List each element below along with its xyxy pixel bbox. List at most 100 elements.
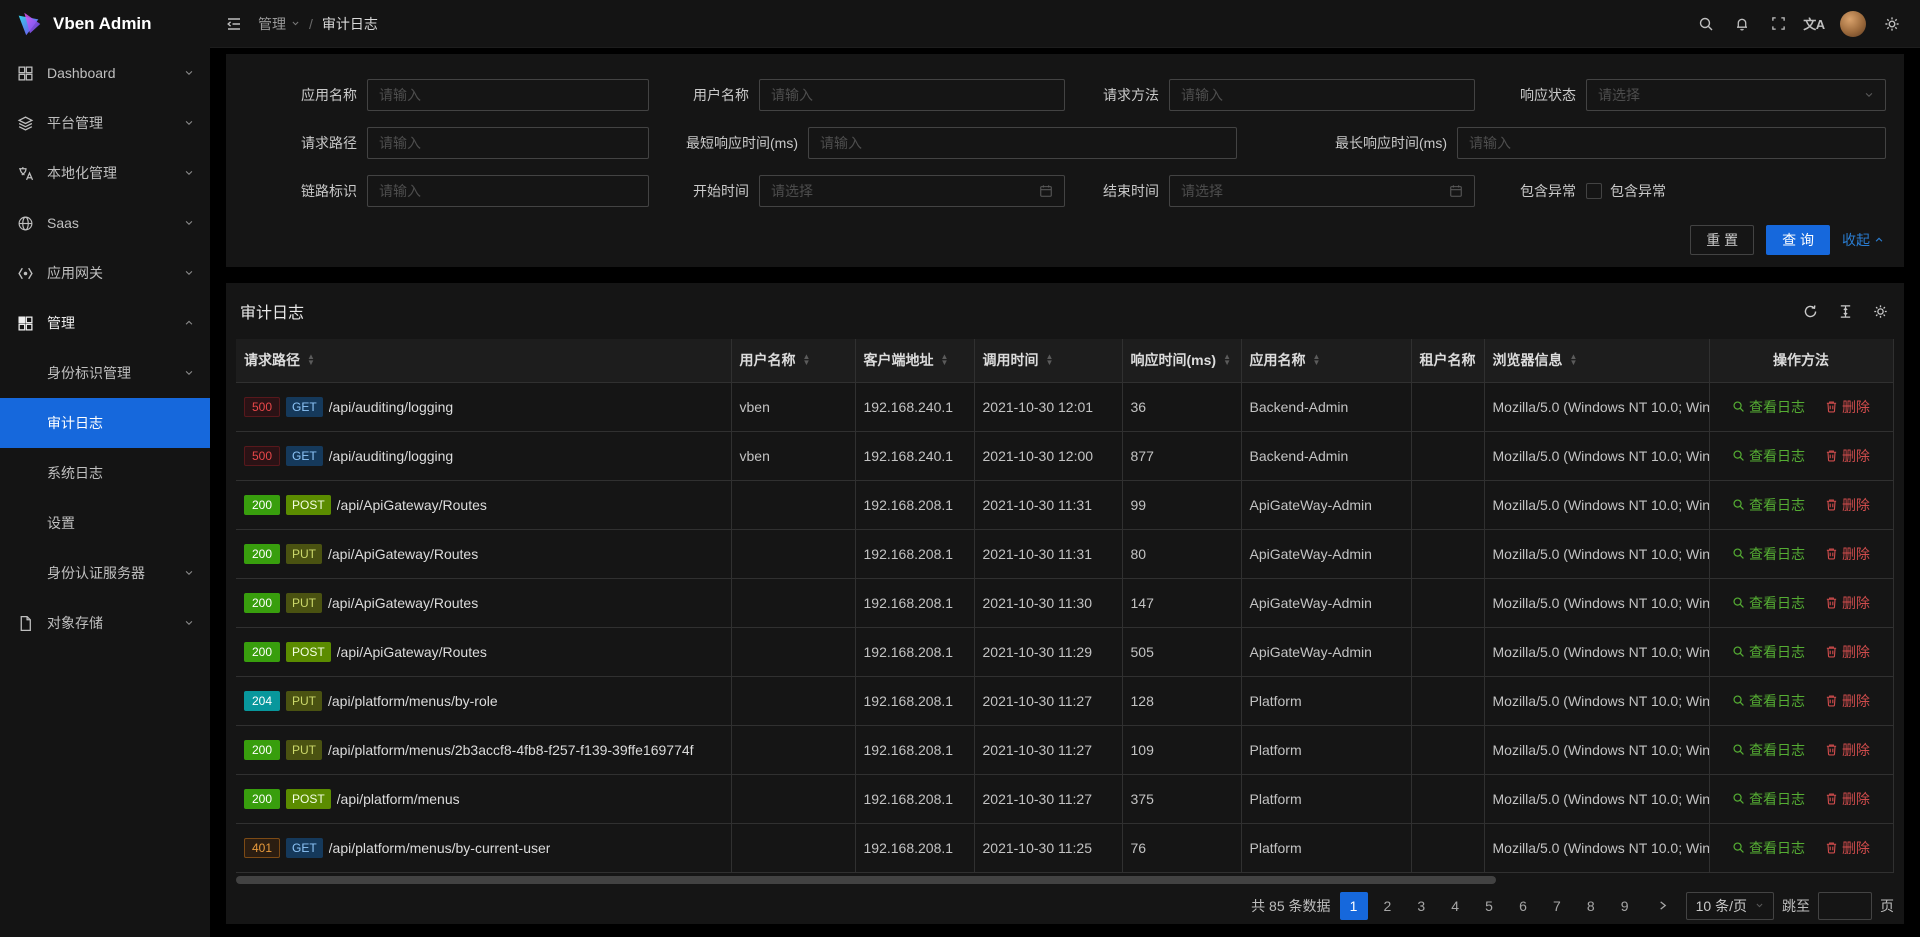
delete-link[interactable]: 删除 <box>1825 789 1870 809</box>
page-button-9[interactable]: 9 <box>1611 892 1639 920</box>
delete-link[interactable]: 删除 <box>1825 446 1870 466</box>
app-name-cell: Backend-Admin <box>1241 382 1411 431</box>
view-log-link[interactable]: 查看日志 <box>1732 838 1805 858</box>
response-status-select[interactable]: 请选择 <box>1586 79 1886 111</box>
collapse-link[interactable]: 收起 <box>1842 230 1884 250</box>
view-log-link[interactable]: 查看日志 <box>1732 397 1805 417</box>
column-header-4[interactable]: 响应时间(ms)▲▼ <box>1122 339 1241 382</box>
delete-link[interactable]: 删除 <box>1825 838 1870 858</box>
row-height-icon[interactable] <box>1838 304 1853 319</box>
status-badge: 500 <box>244 397 280 417</box>
app-logo[interactable]: Vben Admin <box>0 0 210 48</box>
request-path-cell: 200 POST /api/ApiGateway/Routes <box>236 480 731 529</box>
delete-link[interactable]: 删除 <box>1825 593 1870 613</box>
breadcrumb-parent[interactable]: 管理 <box>258 14 300 34</box>
delete-link[interactable]: 删除 <box>1825 691 1870 711</box>
column-header-0[interactable]: 请求路径▲▼ <box>236 339 731 382</box>
fullscreen-icon[interactable] <box>1760 0 1796 48</box>
sidebar-item-settings[interactable]: 设置 <box>0 498 210 548</box>
column-header-2[interactable]: 客户端地址▲▼ <box>855 339 974 382</box>
user-name-input[interactable] <box>759 79 1065 111</box>
client-address-cell: 192.168.208.1 <box>855 529 974 578</box>
app-name-cell: ApiGateWay-Admin <box>1241 578 1411 627</box>
page-button-1[interactable]: 1 <box>1340 892 1368 920</box>
sidebar-item-label: 身份标识管理 <box>47 363 184 383</box>
max-response-time-input[interactable] <box>1457 127 1886 159</box>
view-log-link[interactable]: 查看日志 <box>1732 593 1805 613</box>
has-exception-checkbox[interactable] <box>1586 183 1602 199</box>
call-time-cell: 2021-10-30 11:27 <box>974 774 1122 823</box>
next-page-button[interactable] <box>1649 892 1677 920</box>
delete-link[interactable]: 删除 <box>1825 495 1870 515</box>
start-time-picker[interactable]: 请选择 <box>759 175 1065 207</box>
settings-gear-icon[interactable] <box>1874 0 1910 48</box>
sidebar-item-identity-management[interactable]: 身份标识管理 <box>0 348 210 398</box>
view-log-link[interactable]: 查看日志 <box>1732 446 1805 466</box>
page-button-2[interactable]: 2 <box>1373 892 1401 920</box>
management-icon <box>17 314 35 332</box>
column-header-5[interactable]: 应用名称▲▼ <box>1241 339 1411 382</box>
column-header-3[interactable]: 调用时间▲▼ <box>974 339 1122 382</box>
sidebar-item-management[interactable]: 管理 <box>0 298 210 348</box>
table-toolbar: 审计日志 <box>236 283 1894 339</box>
jump-page-input[interactable] <box>1818 892 1872 920</box>
query-button[interactable]: 查 询 <box>1766 225 1830 255</box>
trace-id-input[interactable] <box>367 175 649 207</box>
browser-cell: Mozilla/5.0 (Windows NT 10.0; Win <box>1484 676 1709 725</box>
translate-icon[interactable]: 文A <box>1796 0 1832 48</box>
page-button-3[interactable]: 3 <box>1407 892 1435 920</box>
method-badge: PUT <box>286 691 322 711</box>
delete-link[interactable]: 删除 <box>1825 397 1870 417</box>
sidebar-item-object-storage[interactable]: 对象存储 <box>0 598 210 648</box>
delete-link[interactable]: 删除 <box>1825 544 1870 564</box>
delete-link[interactable]: 删除 <box>1825 740 1870 760</box>
view-log-link[interactable]: 查看日志 <box>1732 691 1805 711</box>
sidebar-item-platform-management[interactable]: 平台管理 <box>0 98 210 148</box>
view-log-link[interactable]: 查看日志 <box>1732 544 1805 564</box>
scrollbar-thumb[interactable] <box>236 876 1496 884</box>
sidebar-item-dashboard[interactable]: Dashboard <box>0 48 210 98</box>
app-name-input[interactable] <box>367 79 649 111</box>
page-button-8[interactable]: 8 <box>1577 892 1605 920</box>
view-log-link[interactable]: 查看日志 <box>1732 740 1805 760</box>
page-button-6[interactable]: 6 <box>1509 892 1537 920</box>
sidebar-item-localization-management[interactable]: 本地化管理 <box>0 148 210 198</box>
http-method-input[interactable] <box>1169 79 1475 111</box>
sidebar-item-audit-log[interactable]: 审计日志 <box>0 398 210 448</box>
delete-link[interactable]: 删除 <box>1825 642 1870 662</box>
view-log-link[interactable]: 查看日志 <box>1732 789 1805 809</box>
user-cell <box>731 529 855 578</box>
column-header-1[interactable]: 用户名称▲▼ <box>731 339 855 382</box>
sidebar-item-app-gateway[interactable]: 应用网关 <box>0 248 210 298</box>
refresh-icon[interactable] <box>1803 304 1818 319</box>
page-button-4[interactable]: 4 <box>1441 892 1469 920</box>
avatar[interactable] <box>1840 11 1866 37</box>
sidebar-item-saas[interactable]: Saas <box>0 198 210 248</box>
view-log-link[interactable]: 查看日志 <box>1732 495 1805 515</box>
chevron-down-icon <box>1755 901 1764 910</box>
sort-icon: ▲▼ <box>307 354 315 366</box>
audit-log-table: 请求路径▲▼ 用户名称▲▼ 客户端地址▲▼ 调用时间▲▼ 响应时间(ms)▲▼ … <box>236 339 1894 873</box>
call-time-cell: 2021-10-30 11:27 <box>974 725 1122 774</box>
page-button-7[interactable]: 7 <box>1543 892 1571 920</box>
reset-button[interactable]: 重 置 <box>1690 225 1754 255</box>
end-time-picker[interactable]: 请选择 <box>1169 175 1475 207</box>
chevron-up-icon <box>184 318 194 328</box>
menu-fold-icon[interactable] <box>216 0 252 48</box>
column-header-7[interactable]: 浏览器信息▲▼ <box>1484 339 1709 382</box>
column-settings-icon[interactable] <box>1873 304 1888 319</box>
request-path-cell: 204 PUT /api/platform/menus/by-role <box>236 676 731 725</box>
min-response-time-input[interactable] <box>808 127 1237 159</box>
view-log-link[interactable]: 查看日志 <box>1732 642 1805 662</box>
request-path: /api/platform/menus <box>337 791 460 807</box>
bell-icon[interactable] <box>1724 0 1760 48</box>
sidebar-item-auth-server[interactable]: 身份认证服务器 <box>0 548 210 598</box>
search-icon[interactable] <box>1688 0 1724 48</box>
request-path-input[interactable] <box>367 127 649 159</box>
page-size-select[interactable]: 10 条/页 <box>1686 892 1774 920</box>
sidebar-item-system-log[interactable]: 系统日志 <box>0 448 210 498</box>
column-header-6[interactable]: 租户名称▲▼ <box>1411 339 1484 382</box>
horizontal-scrollbar[interactable] <box>236 876 1894 884</box>
page-button-5[interactable]: 5 <box>1475 892 1503 920</box>
sort-icon: ▲▼ <box>1570 354 1578 366</box>
